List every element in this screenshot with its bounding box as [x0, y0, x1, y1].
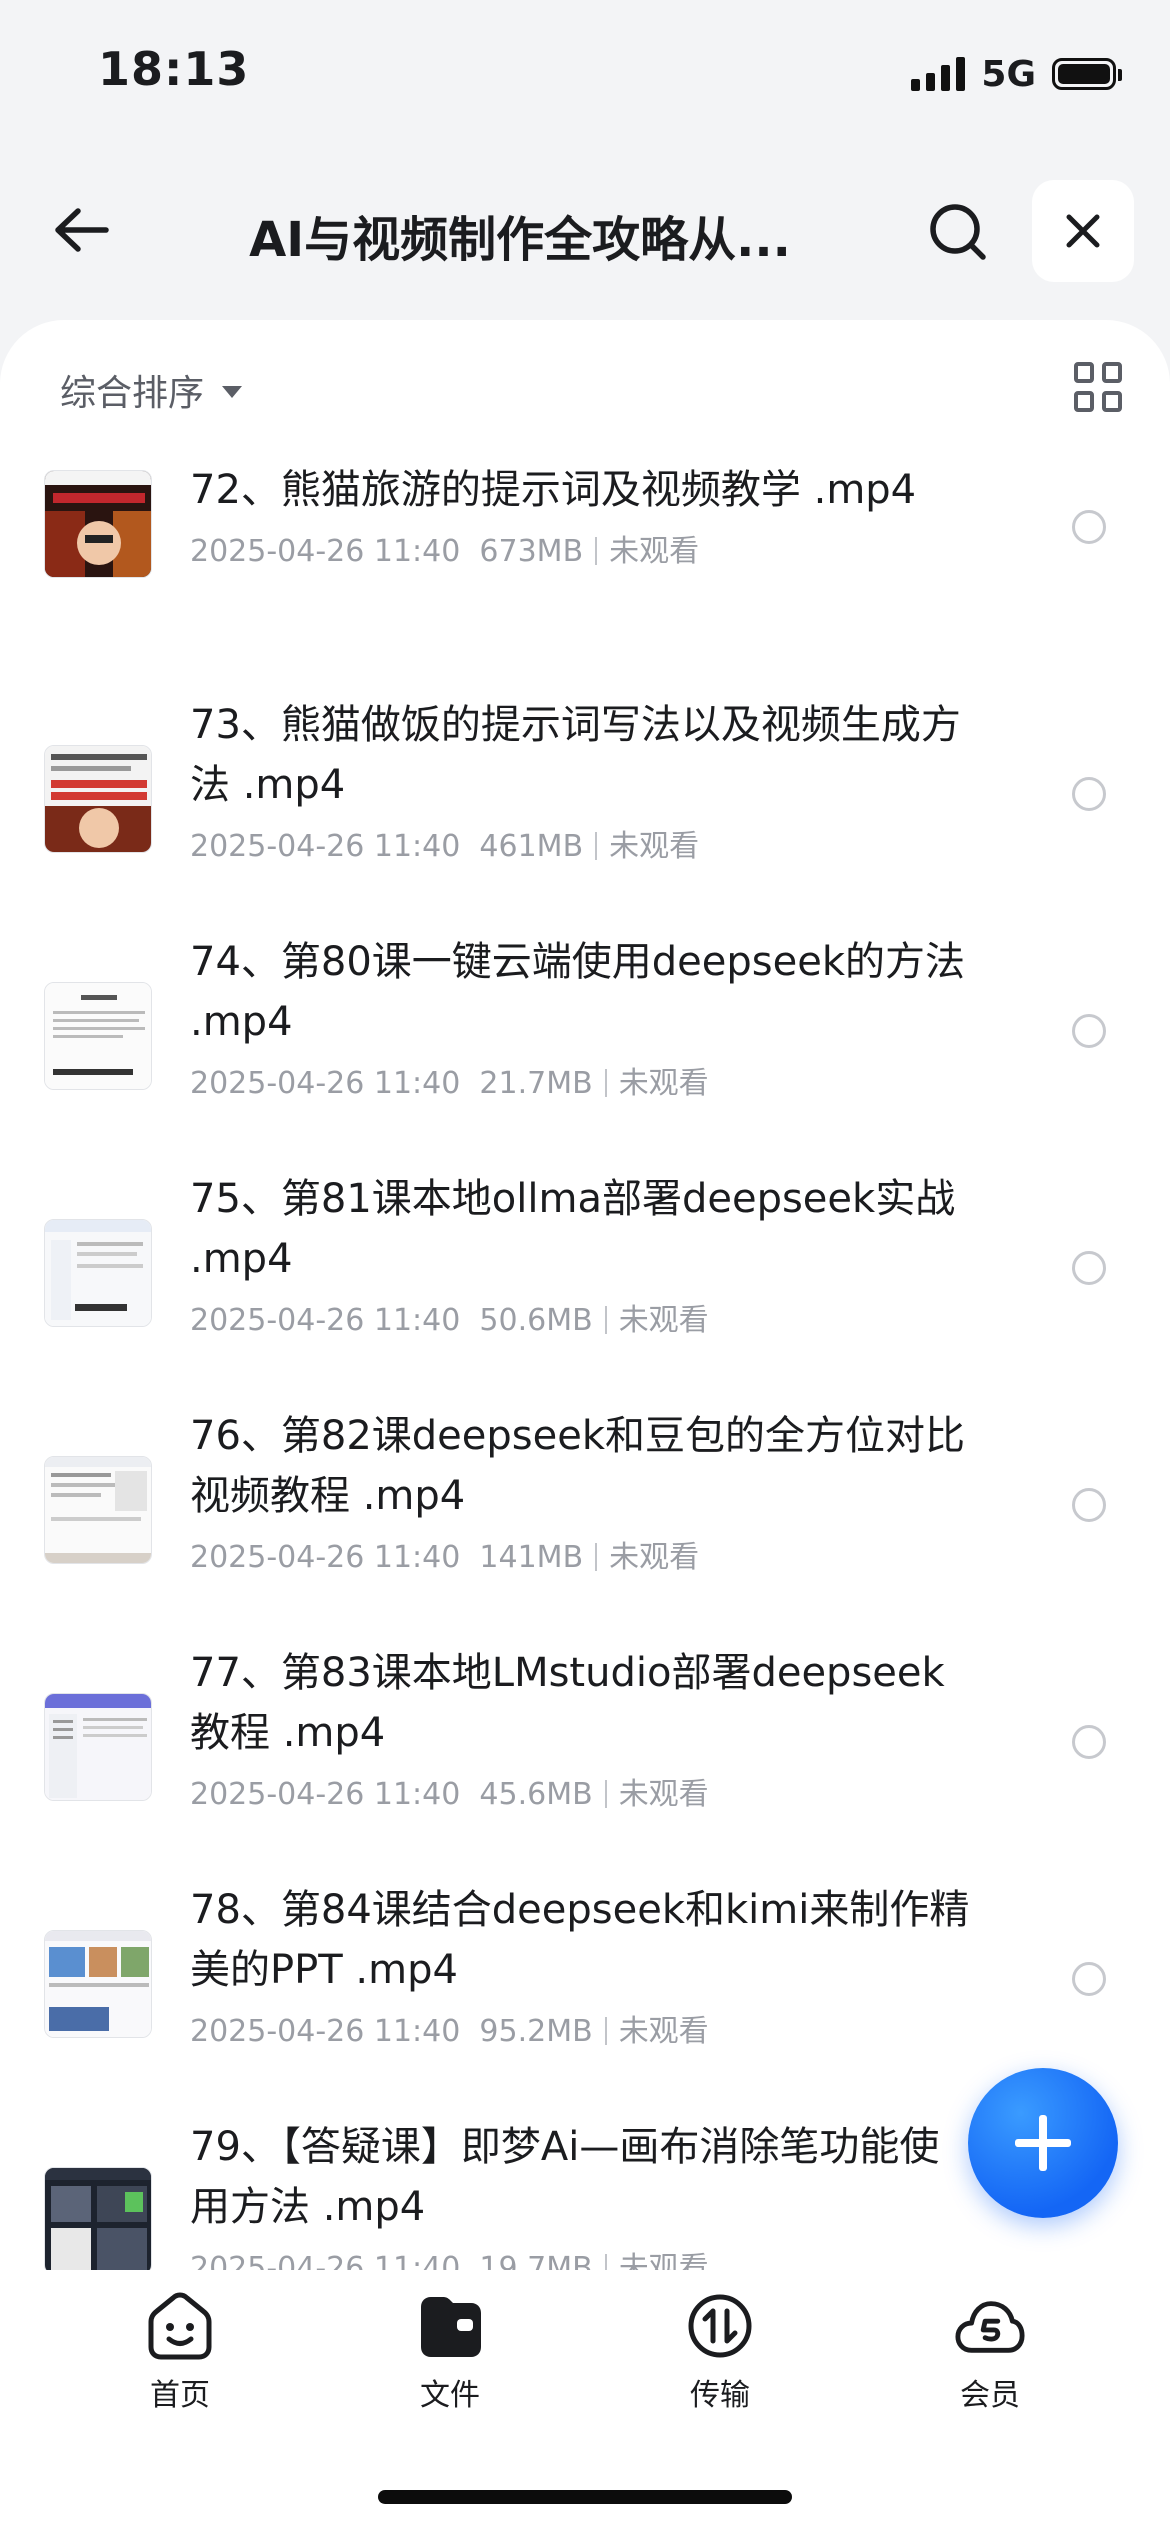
video-thumbnail	[44, 982, 152, 1090]
status-bar: 18:13 5G	[0, 0, 1170, 150]
home-indicator	[378, 2490, 792, 2504]
file-date: 2025-04-26 11:40	[190, 829, 461, 864]
battery-icon	[1052, 58, 1122, 90]
file-row[interactable]: 77、第83课本地LMstudio部署deepseek教程 .mp4 2025-…	[0, 1645, 1170, 1882]
signal-icon	[911, 57, 966, 91]
vip-cloud-icon	[954, 2290, 1026, 2362]
file-size: 461MB	[479, 829, 584, 864]
file-date: 2025-04-26 11:40	[190, 2251, 461, 2270]
watch-status: 未观看	[618, 1777, 709, 1812]
home-face-icon	[144, 2290, 216, 2362]
video-thumbnail	[44, 1930, 152, 2038]
file-date: 2025-04-26 11:40	[190, 1066, 461, 1101]
close-button[interactable]	[1032, 180, 1134, 282]
file-meta: 2025-04-26 11:40 141MB 未观看	[190, 1532, 699, 1576]
select-radio[interactable]	[1072, 777, 1106, 811]
close-icon	[1066, 214, 1100, 248]
watch-status: 未观看	[609, 829, 700, 864]
file-meta: 2025-04-26 11:40 21.7MB 未观看	[190, 1058, 709, 1102]
video-thumbnail	[44, 1219, 152, 1327]
select-radio[interactable]	[1072, 1014, 1106, 1048]
file-title: 73、熊猫做饭的提示词写法以及视频生成方法 .mp4	[190, 702, 961, 808]
watch-status: 未观看	[609, 534, 700, 569]
select-radio[interactable]	[1072, 1962, 1106, 1996]
select-radio[interactable]	[1072, 1725, 1106, 1759]
tab-vip[interactable]: 会员	[910, 2290, 1070, 2414]
file-title: 78、第84课结合deepseek和kimi来制作精美的PPT .mp4	[190, 1887, 970, 1993]
page-title: AI与视频制作全攻略从...	[249, 212, 791, 268]
file-date: 2025-04-26 11:40	[190, 1303, 461, 1338]
video-thumbnail	[44, 745, 152, 853]
file-row[interactable]: 73、熊猫做饭的提示词写法以及视频生成方法 .mp4 2025-04-26 11…	[0, 697, 1170, 934]
network-label: 5G	[981, 53, 1036, 95]
select-radio[interactable]	[1072, 1251, 1106, 1285]
back-button[interactable]	[40, 190, 120, 270]
tab-label: 文件	[420, 2378, 480, 2413]
header-bar: AI与视频制作全攻略从...	[0, 170, 1170, 290]
video-thumbnail	[44, 1456, 152, 1564]
status-indicators: 5G	[911, 52, 1122, 96]
video-thumbnail	[44, 2167, 152, 2270]
sort-dropdown[interactable]: 综合排序	[60, 364, 243, 416]
file-title: 74、第80课一键云端使用deepseek的方法 .mp4	[190, 939, 966, 1045]
file-title: 79、【答疑课】即梦Ai—画布消除笔功能使用方法 .mp4	[190, 2124, 940, 2230]
tab-label: 会员	[960, 2378, 1020, 2413]
file-title: 75、第81课本地ollma部署deepseek实战 .mp4	[190, 1176, 956, 1282]
grid-icon	[1074, 362, 1094, 383]
file-size: 141MB	[479, 1540, 584, 1575]
file-meta: 2025-04-26 11:40 673MB 未观看	[190, 526, 699, 570]
plus-icon	[1015, 2115, 1071, 2171]
file-size: 19.7MB	[479, 2251, 593, 2270]
file-date: 2025-04-26 11:40	[190, 534, 461, 569]
file-row[interactable]: 76、第82课deepseek和豆包的全方位对比视频教程 .mp4 2025-0…	[0, 1408, 1170, 1645]
caret-down-icon	[222, 386, 243, 398]
file-row[interactable]: 78、第84课结合deepseek和kimi来制作精美的PPT .mp4 202…	[0, 1882, 1170, 2119]
file-list: 72、熊猫旅游的提示词及视频教学 .mp4 2025-04-26 11:40 6…	[0, 460, 1170, 2270]
file-title: 77、第83课本地LMstudio部署deepseek教程 .mp4	[190, 1650, 945, 1756]
video-thumbnail	[44, 470, 152, 578]
file-list-panel: 综合排序 72、熊猫旅游的提示词及视频教学 .mp4 2025-04-26 11…	[0, 320, 1170, 2270]
grid-view-toggle[interactable]	[1074, 362, 1124, 412]
select-radio[interactable]	[1072, 510, 1106, 544]
arrow-left-icon	[55, 208, 109, 252]
transfer-icon	[684, 2290, 756, 2362]
file-date: 2025-04-26 11:40	[190, 1777, 461, 1812]
file-meta: 2025-04-26 11:40 461MB 未观看	[190, 821, 699, 865]
search-icon	[930, 204, 986, 260]
file-size: 95.2MB	[479, 2014, 593, 2049]
tab-files[interactable]: 文件	[370, 2290, 530, 2414]
tab-home[interactable]: 首页	[100, 2290, 260, 2414]
file-title: 72、熊猫旅游的提示词及视频教学 .mp4	[190, 467, 917, 513]
file-date: 2025-04-26 11:40	[190, 2014, 461, 2049]
file-meta: 2025-04-26 11:40 19.7MB 未观看	[190, 2243, 709, 2270]
video-thumbnail	[44, 1693, 152, 1801]
file-size: 45.6MB	[479, 1777, 593, 1812]
file-row[interactable]: 74、第80课一键云端使用deepseek的方法 .mp4 2025-04-26…	[0, 934, 1170, 1171]
tab-label: 传输	[690, 2378, 750, 2413]
file-size: 673MB	[479, 534, 584, 569]
watch-status: 未观看	[609, 1540, 700, 1575]
watch-status: 未观看	[618, 1303, 709, 1338]
watch-status: 未观看	[618, 1066, 709, 1101]
tab-label: 首页	[150, 2378, 210, 2413]
file-title: 76、第82课deepseek和豆包的全方位对比视频教程 .mp4	[190, 1413, 966, 1519]
sort-label: 综合排序	[60, 373, 205, 414]
watch-status: 未观看	[618, 2014, 709, 2049]
folder-icon	[414, 2290, 486, 2362]
watch-status: 未观看	[618, 2251, 709, 2270]
select-radio[interactable]	[1072, 1488, 1106, 1522]
search-button[interactable]	[918, 192, 998, 272]
tab-transfer[interactable]: 传输	[640, 2290, 800, 2414]
add-button[interactable]	[968, 2068, 1118, 2218]
file-meta: 2025-04-26 11:40 95.2MB 未观看	[190, 2006, 709, 2050]
file-meta: 2025-04-26 11:40 45.6MB 未观看	[190, 1769, 709, 1813]
file-row[interactable]: 72、熊猫旅游的提示词及视频教学 .mp4 2025-04-26 11:40 6…	[0, 460, 1170, 697]
app-screen: 18:13 5G AI与视频制作全攻略从... 综合排序 72、熊猫旅游的提示词…	[0, 0, 1170, 2532]
file-size: 50.6MB	[479, 1303, 593, 1338]
file-size: 21.7MB	[479, 1066, 593, 1101]
file-meta: 2025-04-26 11:40 50.6MB 未观看	[190, 1295, 709, 1339]
file-date: 2025-04-26 11:40	[190, 1540, 461, 1575]
file-row[interactable]: 75、第81课本地ollma部署deepseek实战 .mp4 2025-04-…	[0, 1171, 1170, 1408]
status-time: 18:13	[98, 42, 250, 96]
